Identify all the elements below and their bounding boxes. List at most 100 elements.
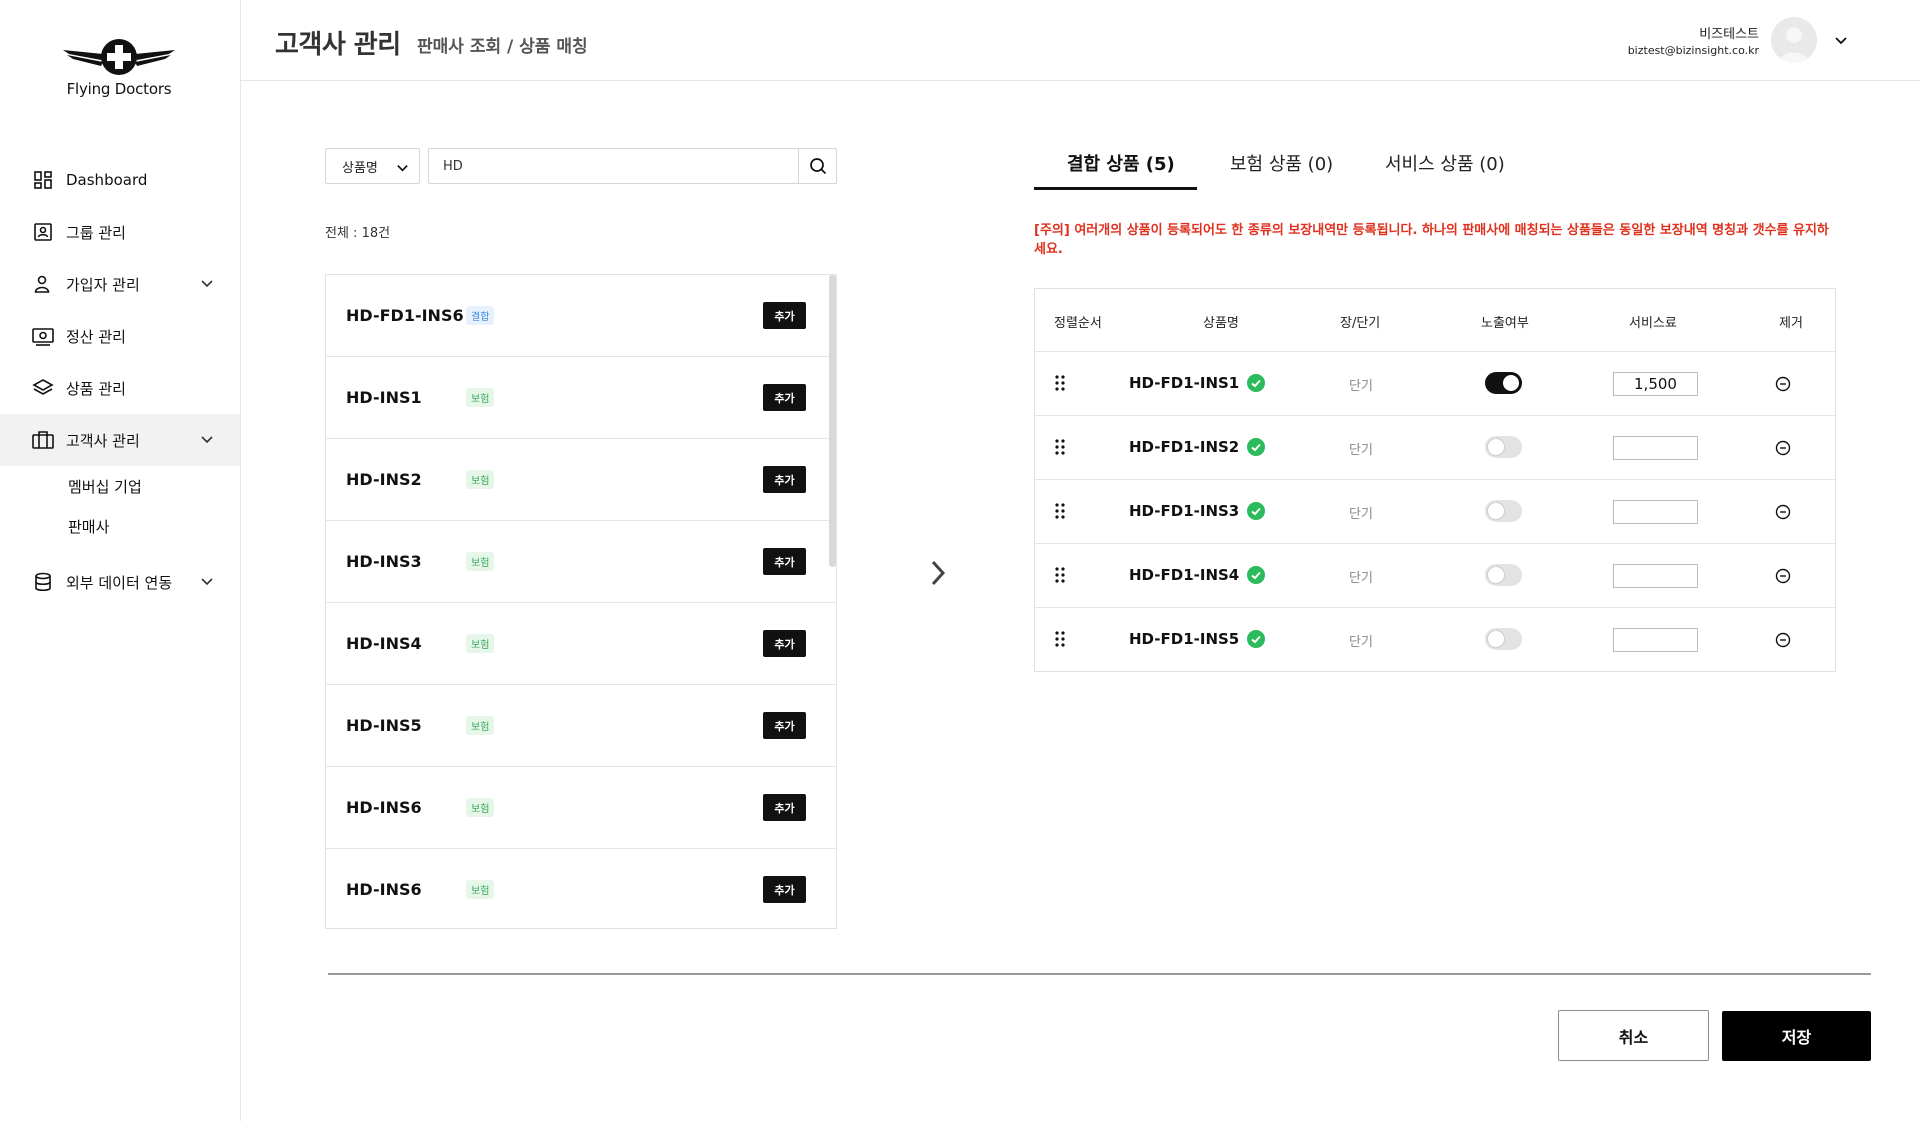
search-type-select[interactable]: 상품명 xyxy=(325,148,420,184)
product-type-badge: 보험 xyxy=(466,634,495,653)
product-list: HD-FD1-INS6 결합 추가 HD-INS1 보험 추가 HD-INS2 … xyxy=(325,274,837,929)
add-product-button[interactable]: 추가 xyxy=(763,630,806,657)
add-product-button[interactable]: 추가 xyxy=(763,794,806,821)
check-circle-icon xyxy=(1247,630,1266,648)
search-input[interactable] xyxy=(429,149,799,183)
list-item: HD-INS5 보험 추가 xyxy=(326,685,836,767)
add-product-button[interactable]: 추가 xyxy=(763,466,806,493)
matched-product-name: HD-FD1-INS4 xyxy=(1129,566,1266,584)
tab-service-products[interactable]: 서비스 상품 (0) xyxy=(1385,150,1505,176)
product-name: HD-INS4 xyxy=(346,634,422,653)
remove-circle-icon[interactable] xyxy=(1775,632,1791,648)
warning-message: [주의] 여러개의 상품이 등록되어도 한 종류의 보장내역만 등록됩니다. 하… xyxy=(1034,223,1829,257)
sidebar-subitem-label: 멤버십 기업 xyxy=(68,477,142,496)
save-button[interactable]: 저장 xyxy=(1722,1011,1871,1061)
drag-handle-icon[interactable] xyxy=(1055,438,1065,456)
product-type-badge: 보험 xyxy=(466,470,495,489)
chevron-right-icon[interactable] xyxy=(928,558,948,588)
column-header-fee: 서비스료 xyxy=(1629,316,1677,331)
product-name: HD-INS5 xyxy=(346,716,422,735)
column-header-visible: 노출여부 xyxy=(1481,316,1529,331)
cancel-button[interactable]: 취소 xyxy=(1558,1010,1709,1061)
service-fee-input[interactable] xyxy=(1613,628,1698,652)
chevron-down-icon xyxy=(397,165,408,172)
active-tab-indicator xyxy=(1034,187,1197,190)
visibility-toggle[interactable] xyxy=(1485,500,1522,522)
visibility-toggle[interactable] xyxy=(1485,564,1522,586)
list-item: HD-INS6 보험 추가 xyxy=(326,767,836,849)
sidebar-subitem-label: 판매사 xyxy=(68,517,110,536)
drag-handle-icon[interactable] xyxy=(1055,566,1065,584)
plane-cross-icon xyxy=(63,39,175,75)
page-title: 고객사 관리 xyxy=(275,30,401,60)
term-value: 단기 xyxy=(1349,443,1373,458)
avatar-person-icon xyxy=(1779,27,1809,63)
add-product-button[interactable]: 추가 xyxy=(763,876,806,903)
sidebar-item-products[interactable]: 상품 관리 xyxy=(0,362,240,414)
drag-handle-icon[interactable] xyxy=(1055,630,1065,648)
toggle-knob xyxy=(1487,502,1505,520)
toggle-knob xyxy=(1487,630,1505,648)
breadcrumb: 판매사 조회 / 상품 매칭 xyxy=(417,37,588,57)
drag-handle-icon[interactable] xyxy=(1055,502,1065,520)
toggle-knob xyxy=(1502,374,1520,392)
search-button[interactable] xyxy=(798,149,836,183)
add-product-button[interactable]: 추가 xyxy=(763,712,806,739)
remove-circle-icon[interactable] xyxy=(1775,568,1791,584)
sidebar-nav: Dashboard 그룹 관리 가입자 관리 정산 관리 상품 관리 고객사 관… xyxy=(0,154,240,608)
chevron-down-icon[interactable] xyxy=(200,432,214,446)
sidebar-item-label: 그룹 관리 xyxy=(66,223,126,242)
add-product-button[interactable]: 추가 xyxy=(763,302,806,329)
user-name: 비즈테스트 xyxy=(1699,27,1759,42)
product-type-badge: 결합 xyxy=(466,306,495,325)
brand-logo[interactable]: Flying Doctors xyxy=(60,38,178,106)
avatar[interactable] xyxy=(1771,17,1817,63)
check-circle-icon xyxy=(1247,374,1266,392)
add-product-button[interactable]: 추가 xyxy=(763,384,806,411)
visibility-toggle[interactable] xyxy=(1485,628,1522,650)
sidebar-subitem-sellers[interactable]: 판매사 xyxy=(0,506,240,546)
remove-circle-icon[interactable] xyxy=(1775,504,1791,520)
remove-circle-icon[interactable] xyxy=(1775,376,1791,392)
visibility-toggle[interactable] xyxy=(1485,372,1522,394)
footer-divider xyxy=(328,973,1871,975)
product-type-badge: 보험 xyxy=(466,798,495,817)
sidebar-item-external-data[interactable]: 외부 데이터 연동 xyxy=(0,556,240,608)
add-product-button[interactable]: 추가 xyxy=(763,548,806,575)
sidebar-subitem-membership[interactable]: 멤버십 기업 xyxy=(0,466,240,506)
tab-combo-products[interactable]: 결합 상품 (5) xyxy=(1067,150,1175,176)
column-header-order: 정렬순서 xyxy=(1054,316,1102,331)
sidebar: Flying Doctors Dashboard 그룹 관리 가입자 관리 정산… xyxy=(0,0,241,1121)
product-name: HD-FD1-INS6 xyxy=(346,306,464,325)
tab-insurance-products[interactable]: 보험 상품 (0) xyxy=(1230,150,1333,176)
user-menu-chevron-icon[interactable] xyxy=(1834,33,1848,47)
user-email: biztest@bizinsight.co.kr xyxy=(1627,44,1759,57)
sidebar-item-dashboard[interactable]: Dashboard xyxy=(0,154,240,206)
check-circle-icon xyxy=(1247,566,1266,584)
brand-name: Flying Doctors xyxy=(66,80,172,98)
matched-product-name: HD-FD1-INS2 xyxy=(1129,438,1266,456)
sidebar-item-members[interactable]: 가입자 관리 xyxy=(0,258,240,310)
toggle-knob xyxy=(1487,566,1505,584)
service-fee-input[interactable] xyxy=(1613,500,1698,524)
product-name: HD-INS3 xyxy=(346,552,422,571)
service-fee-input[interactable] xyxy=(1613,372,1698,396)
chevron-down-icon[interactable] xyxy=(200,276,214,290)
table-header: 정렬순서 상품명 장/단기 노출여부 서비스료 제거 xyxy=(1035,289,1835,352)
remove-circle-icon[interactable] xyxy=(1775,440,1791,456)
visibility-toggle[interactable] xyxy=(1485,436,1522,458)
service-fee-input[interactable] xyxy=(1613,564,1698,588)
user-icon xyxy=(32,273,54,295)
table-row: HD-FD1-INS2 단기 xyxy=(1035,416,1835,480)
column-header-remove: 제거 xyxy=(1779,316,1803,331)
chevron-down-icon[interactable] xyxy=(200,574,214,588)
sidebar-item-label: Dashboard xyxy=(66,171,148,189)
sidebar-item-groups[interactable]: 그룹 관리 xyxy=(0,206,240,258)
product-list-scrollbar[interactable] xyxy=(829,275,836,567)
term-value: 단기 xyxy=(1349,635,1373,650)
sidebar-item-clients[interactable]: 고객사 관리 xyxy=(0,414,240,466)
drag-handle-icon[interactable] xyxy=(1055,374,1065,392)
service-fee-input[interactable] xyxy=(1613,436,1698,460)
sidebar-item-settlement[interactable]: 정산 관리 xyxy=(0,310,240,362)
search-icon xyxy=(809,158,826,175)
